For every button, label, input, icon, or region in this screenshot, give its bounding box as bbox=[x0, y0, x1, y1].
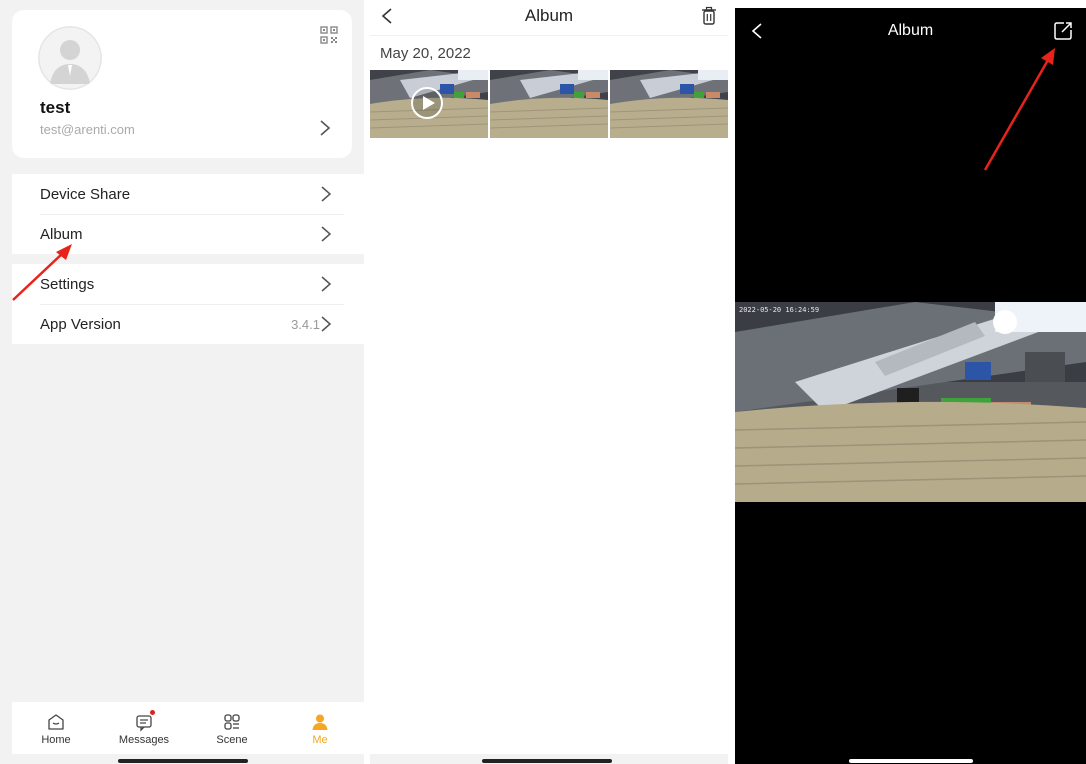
tab-label: Home bbox=[41, 734, 71, 746]
camera-frame-image bbox=[490, 70, 608, 138]
profile-card[interactable]: test test@arenti.com bbox=[12, 10, 352, 158]
camera-snapshot[interactable]: 2022-05-20 16:24:59 bbox=[735, 302, 1086, 502]
avatar[interactable] bbox=[38, 26, 102, 90]
user-silhouette-icon bbox=[38, 26, 102, 90]
trash-icon[interactable] bbox=[700, 6, 718, 26]
tab-label: Messages bbox=[118, 734, 170, 746]
chevron-right-icon bbox=[321, 316, 332, 332]
unread-dot bbox=[150, 710, 155, 715]
menu-item-settings[interactable]: Settings bbox=[12, 264, 364, 304]
page-title: Album bbox=[524, 6, 574, 25]
menu-item-label: Device Share bbox=[40, 185, 131, 203]
menu-item-label: Settings bbox=[40, 275, 95, 293]
chevron-right-icon bbox=[321, 186, 332, 202]
photo-thumbnail[interactable] bbox=[490, 70, 608, 138]
tab-label: Scene bbox=[216, 734, 248, 746]
tab-me[interactable]: Me bbox=[276, 702, 364, 754]
video-thumbnail[interactable] bbox=[370, 70, 488, 138]
qr-code-icon[interactable] bbox=[320, 26, 338, 44]
share-icon[interactable] bbox=[1052, 20, 1074, 42]
page-title: Album bbox=[887, 22, 934, 39]
chevron-right-icon bbox=[321, 276, 332, 292]
home-indicator bbox=[849, 759, 973, 763]
album-list-screen: Album May 20, 2022 bbox=[370, 0, 728, 764]
app-version-value: 3.4.1 bbox=[291, 316, 320, 332]
menu-item-label: Album bbox=[40, 225, 83, 243]
menu-item-album[interactable]: Album bbox=[12, 214, 364, 254]
home-icon bbox=[48, 714, 64, 730]
thumbnail-grid bbox=[370, 70, 728, 138]
tab-scene[interactable]: Scene bbox=[188, 702, 276, 754]
me-screen: test test@arenti.com Device Share Album … bbox=[0, 0, 364, 764]
camera-frame-image bbox=[610, 70, 728, 138]
user-email: test@arenti.com bbox=[40, 122, 135, 137]
scene-icon bbox=[224, 714, 240, 730]
menu-group-app: Settings App Version 3.4.1 bbox=[12, 264, 364, 344]
home-indicator bbox=[118, 759, 248, 763]
chevron-right-icon bbox=[321, 226, 332, 242]
home-indicator bbox=[482, 759, 612, 763]
photo-thumbnail[interactable] bbox=[610, 70, 728, 138]
menu-group-sharing: Device Share Album bbox=[12, 174, 364, 254]
album-date: May 20, 2022 bbox=[380, 45, 471, 62]
camera-frame-image bbox=[735, 302, 1086, 502]
menu-item-app-version[interactable]: App Version 3.4.1 bbox=[12, 304, 364, 344]
user-name: test bbox=[40, 98, 71, 117]
snapshot-timestamp: 2022-05-20 16:24:59 bbox=[739, 306, 820, 314]
menu-item-label: App Version bbox=[40, 315, 121, 333]
tab-label: Me bbox=[312, 734, 328, 746]
me-icon bbox=[312, 714, 328, 730]
menu-item-device-share[interactable]: Device Share bbox=[12, 174, 364, 214]
album-list-header: Album bbox=[370, 0, 728, 36]
album-viewer-screen: Album 2022-05-20 16:24:59 bbox=[735, 8, 1086, 764]
tab-messages[interactable]: Messages bbox=[100, 702, 188, 754]
tab-bar: Home Messages Scene Me bbox=[12, 702, 364, 754]
tab-home[interactable]: Home bbox=[12, 702, 100, 754]
messages-icon bbox=[136, 715, 152, 732]
chevron-right-icon[interactable] bbox=[318, 118, 332, 138]
play-icon[interactable] bbox=[410, 86, 444, 120]
